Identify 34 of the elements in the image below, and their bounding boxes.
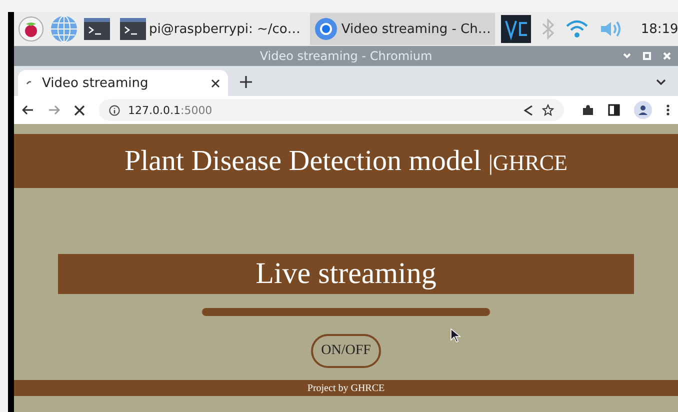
profile-icon[interactable] xyxy=(634,101,652,119)
mouse-cursor-icon xyxy=(450,328,461,343)
info-icon[interactable] xyxy=(109,104,120,116)
clock[interactable]: 18:19 xyxy=(640,22,678,36)
share-icon[interactable] xyxy=(523,104,534,116)
banner-title: Live streaming xyxy=(256,257,436,291)
back-icon[interactable] xyxy=(22,104,34,116)
on-off-button[interactable]: ON/OFF xyxy=(311,334,381,368)
terminal-icon[interactable] xyxy=(84,18,110,40)
address-bar[interactable]: 127.0.0.1:5000 xyxy=(99,99,564,121)
footer-text: Project by GHRCE xyxy=(307,382,385,394)
forward-icon[interactable] xyxy=(48,104,60,116)
wifi-icon[interactable] xyxy=(564,18,589,40)
terminal-icon xyxy=(120,18,146,40)
new-tab-icon[interactable] xyxy=(240,76,252,88)
taskbar-window-button[interactable]: pi@raspberrypi: ~/co… xyxy=(116,13,304,45)
loading-icon xyxy=(26,80,32,86)
globe-icon[interactable] xyxy=(50,15,78,43)
browser-tab[interactable]: Video streaming xyxy=(18,70,228,96)
page-title: Plant Disease Detection model |GHRCE xyxy=(124,144,568,178)
close-icon[interactable] xyxy=(211,78,220,88)
vnc-icon[interactable] xyxy=(500,15,531,43)
side-panel-icon[interactable] xyxy=(608,104,620,116)
maximize-icon[interactable] xyxy=(642,51,652,61)
star-icon[interactable] xyxy=(542,104,554,116)
taskbar-window-button[interactable]: Video streaming - Ch… xyxy=(310,13,495,45)
stop-icon[interactable] xyxy=(74,104,85,116)
minimize-icon[interactable] xyxy=(622,51,632,61)
raspberry-icon[interactable] xyxy=(18,16,44,42)
browser-icon xyxy=(314,17,338,41)
window-title: Video streaming - Chromium xyxy=(260,49,432,63)
chevron-down-icon[interactable] xyxy=(656,79,666,86)
url-text: 127.0.0.1:5000 xyxy=(128,104,212,116)
menu-icon[interactable] xyxy=(666,104,670,116)
